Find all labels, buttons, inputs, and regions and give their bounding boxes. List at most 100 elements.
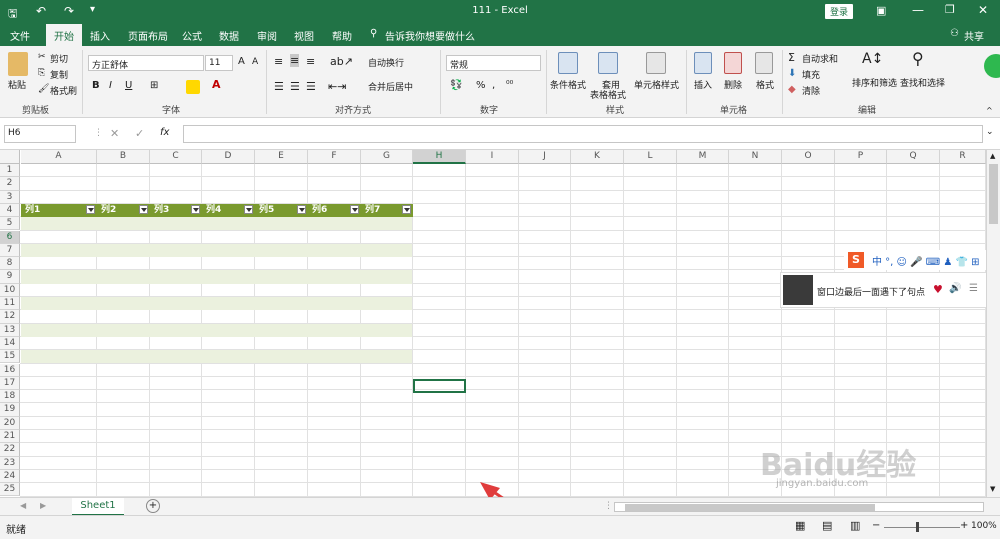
indent-icon[interactable]: ⇤⇥ — [328, 80, 346, 93]
format-cells-icon[interactable] — [755, 52, 773, 74]
row-header-2[interactable]: 2 — [0, 177, 20, 191]
column-header-m[interactable]: M — [677, 150, 729, 164]
filter-dropdown-icon[interactable] — [139, 204, 148, 214]
align-middle-icon[interactable]: ≡ — [290, 54, 300, 67]
decrease-font-icon[interactable]: A — [252, 57, 258, 67]
percent-button[interactable]: % — [476, 80, 486, 91]
number-format-select[interactable]: 常规 — [446, 55, 541, 71]
row-header-13[interactable]: 13 — [0, 323, 20, 337]
selected-cell-h6[interactable] — [413, 379, 466, 393]
find-select-button[interactable]: 查找和选择 — [900, 76, 945, 89]
horizontal-scrollbar[interactable] — [614, 502, 984, 512]
align-center-icon[interactable]: ☰ — [290, 80, 300, 93]
tab-review[interactable]: 审阅 — [257, 28, 277, 43]
row-header-12[interactable]: 12 — [0, 310, 20, 324]
row-header-23[interactable]: 23 — [0, 456, 20, 470]
find-select-icon[interactable]: ⚲ — [912, 49, 924, 68]
insert-cells-icon[interactable] — [694, 52, 712, 74]
row-header-1[interactable]: 1 — [0, 164, 20, 178]
cut-button[interactable]: 剪切 — [50, 52, 68, 65]
align-left-icon[interactable]: ☰ — [274, 80, 284, 93]
tab-insert[interactable]: 插入 — [90, 28, 110, 43]
tab-formulas[interactable]: 公式 — [182, 28, 202, 43]
cell-styles-icon[interactable] — [646, 52, 666, 74]
insert-cells-button[interactable]: 插入 — [694, 78, 712, 91]
share-button[interactable]: 共享 — [964, 28, 984, 43]
confirm-entry-icon[interactable]: ✓ — [135, 127, 144, 140]
zoom-slider-thumb[interactable] — [916, 522, 919, 532]
align-top-icon[interactable]: ≡ — [274, 55, 283, 68]
align-right-icon[interactable]: ☰ — [306, 80, 316, 93]
column-header-j[interactable]: J — [519, 150, 571, 164]
format-painter-button[interactable]: 格式刷 — [50, 84, 77, 97]
column-header-o[interactable]: O — [782, 150, 835, 164]
clear-button[interactable]: 清除 — [802, 84, 820, 97]
wrap-text-button[interactable]: 自动换行 — [368, 56, 404, 69]
column-header-a[interactable]: A — [21, 150, 97, 164]
login-button[interactable]: 登录 — [825, 4, 854, 19]
ime-mode-icon[interactable]: 中 °, ☺ 🎤 ⌨ ♟ 👕 ⊞ — [872, 253, 980, 268]
zoom-slider[interactable] — [884, 527, 960, 528]
format-table-icon[interactable] — [598, 52, 618, 74]
name-box[interactable]: H6 — [4, 125, 76, 143]
row-header-22[interactable]: 22 — [0, 443, 20, 457]
decimal-icon[interactable]: ⁰⁰ — [506, 80, 513, 90]
row-header-9[interactable]: 9 — [0, 270, 20, 284]
row-header-25[interactable]: 25 — [0, 483, 20, 497]
border-icon[interactable]: ⊞ — [150, 80, 158, 91]
row-header-4[interactable]: 4 — [0, 203, 20, 218]
filter-dropdown-icon[interactable] — [244, 204, 253, 214]
music-popup[interactable]: 窗口边最后一面遇下了句点 ♥ 🔊 ☰ — [780, 272, 986, 308]
insert-function-button[interactable]: fx — [160, 127, 169, 138]
delete-cells-button[interactable]: 删除 — [724, 78, 742, 91]
column-header-h[interactable]: H — [413, 150, 466, 164]
bold-button[interactable]: B — [92, 80, 100, 91]
format-painter-icon[interactable]: 🖌 — [38, 84, 49, 94]
table-header-cell[interactable]: 列4 — [202, 203, 255, 218]
paste-button[interactable]: 粘贴 — [8, 78, 26, 91]
fill-button[interactable]: 填充 — [802, 68, 820, 81]
align-bottom-icon[interactable]: ≡ — [306, 55, 315, 68]
column-header-k[interactable]: K — [571, 150, 624, 164]
clear-icon[interactable]: ◆ — [788, 84, 796, 95]
column-header-b[interactable]: B — [97, 150, 150, 164]
ime-toolbar[interactable]: S 中 °, ☺ 🎤 ⌨ ♟ 👕 ⊞ — [844, 250, 986, 270]
maximize-icon[interactable]: ❐ — [945, 3, 955, 16]
fill-color-icon[interactable] — [186, 80, 200, 94]
collapse-ribbon-icon[interactable]: ^ — [986, 106, 993, 115]
row-header-14[interactable]: 14 — [0, 336, 20, 351]
zoom-level[interactable]: 100% — [971, 521, 997, 531]
volume-icon[interactable]: 🔊 — [949, 283, 961, 294]
font-size-select[interactable]: 11 — [205, 55, 233, 71]
cut-icon[interactable]: ✂ — [38, 52, 46, 62]
row-header-6[interactable]: 6 — [0, 230, 20, 244]
row-header-19[interactable]: 19 — [0, 403, 20, 417]
autosum-icon[interactable]: Σ — [788, 51, 795, 64]
playlist-icon[interactable]: ☰ — [969, 283, 978, 294]
table-header-cell[interactable]: 列5 — [255, 203, 308, 218]
row-header-5[interactable]: 5 — [0, 217, 20, 231]
vertical-scrollbar[interactable]: ▲ ▼ — [986, 150, 1000, 497]
vertical-scroll-thumb[interactable] — [989, 164, 998, 224]
tab-home[interactable]: 开始 — [46, 24, 82, 46]
filter-dropdown-icon[interactable] — [402, 204, 411, 214]
expand-formula-icon[interactable]: ⌄ — [986, 127, 994, 137]
tab-view[interactable]: 视图 — [294, 28, 314, 43]
font-color-icon[interactable]: A — [212, 78, 221, 91]
filter-dropdown-icon[interactable] — [297, 204, 306, 214]
table-header-cell[interactable]: 列1 — [21, 203, 97, 218]
split-handle-icon[interactable]: ⋮ — [604, 501, 613, 511]
row-header-18[interactable]: 18 — [0, 390, 20, 404]
select-all-corner[interactable] — [0, 150, 20, 164]
tab-file[interactable]: 文件 — [10, 28, 30, 43]
page-break-view-icon[interactable]: ▥ — [850, 519, 860, 532]
italic-button[interactable]: I — [109, 80, 112, 91]
row-header-17[interactable]: 17 — [0, 376, 20, 391]
filter-dropdown-icon[interactable] — [350, 204, 359, 214]
tell-me-search[interactable]: 告诉我你想要做什么 — [385, 28, 475, 43]
autosum-button[interactable]: 自动求和 — [802, 52, 838, 65]
column-header-l[interactable]: L — [624, 150, 677, 164]
row-header-20[interactable]: 20 — [0, 416, 20, 430]
sheet-tab-sheet1[interactable]: Sheet1 — [72, 498, 124, 516]
column-header-q[interactable]: Q — [887, 150, 940, 164]
